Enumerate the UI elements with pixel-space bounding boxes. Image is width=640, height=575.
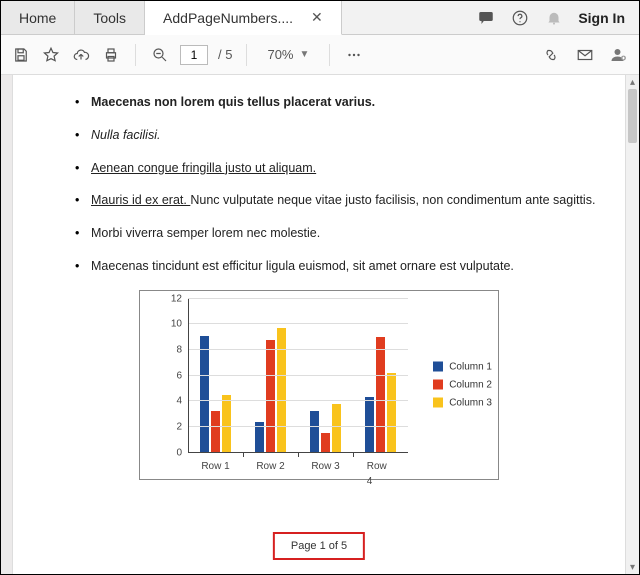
bar — [376, 337, 386, 453]
bullet-list: Maecenas non lorem quis tellus placerat … — [41, 93, 597, 276]
legend-swatch — [433, 398, 443, 408]
scroll-down-icon[interactable]: ▾ — [626, 560, 639, 574]
text: Nunc vulputate neque vitae justo facilis… — [190, 193, 595, 207]
x-tick-label: Row 2 — [256, 459, 284, 474]
bar — [200, 336, 210, 453]
bar — [266, 340, 276, 453]
text: Morbi viverra semper lorem nec molestie. — [91, 226, 320, 240]
zoom-dropdown[interactable]: 70% ▼ — [261, 47, 315, 62]
legend-label: Column 1 — [449, 359, 492, 374]
page-footer-highlight: Page 1 of 5 — [273, 532, 365, 561]
bar — [211, 411, 221, 452]
print-icon[interactable] — [101, 45, 121, 65]
chevron-down-icon: ▼ — [300, 49, 310, 60]
mail-icon[interactable] — [575, 45, 595, 65]
list-item: Mauris id ex erat. Nunc vulputate neque … — [75, 191, 597, 210]
y-tick-label: 0 — [176, 445, 182, 460]
tab-strip: Home Tools AddPageNumbers.... ✕ — [1, 1, 342, 34]
text: Nulla facilisi. — [91, 128, 160, 142]
y-tick-label: 10 — [171, 317, 182, 332]
toolbar: / 5 70% ▼ — [1, 35, 639, 75]
y-tick-label: 6 — [176, 368, 182, 383]
document-page: Maecenas non lorem quis tellus placerat … — [13, 75, 625, 574]
bar — [332, 404, 342, 453]
add-person-icon[interactable] — [609, 45, 629, 65]
tab-document[interactable]: AddPageNumbers.... ✕ — [145, 1, 342, 35]
scroll-up-icon[interactable]: ▴ — [626, 75, 639, 89]
list-item: Morbi viverra semper lorem nec molestie. — [75, 224, 597, 243]
help-icon[interactable] — [510, 8, 530, 28]
close-tab-icon[interactable]: ✕ — [311, 9, 323, 26]
y-tick-label: 8 — [176, 342, 182, 357]
list-item: Nulla facilisi. — [75, 126, 597, 145]
y-tick-label: 12 — [171, 291, 182, 306]
list-item: Aenean congue fringilla justo ut aliquam… — [75, 159, 597, 178]
page-number-input[interactable] — [180, 45, 208, 65]
bar — [387, 373, 397, 453]
legend-swatch — [433, 380, 443, 390]
tab-tools[interactable]: Tools — [75, 1, 145, 34]
comment-icon[interactable] — [476, 8, 496, 28]
x-tick-label: Row 3 — [311, 459, 339, 474]
plot-area — [188, 299, 408, 453]
title-bar: Home Tools AddPageNumbers.... ✕ Sign In — [1, 1, 639, 35]
y-tick-label: 4 — [176, 394, 182, 409]
save-icon[interactable] — [11, 45, 31, 65]
vertical-scrollbar[interactable]: ▴ ▾ — [625, 75, 639, 574]
y-tick-label: 2 — [176, 419, 182, 434]
text: Maecenas non lorem quis tellus placerat … — [91, 95, 375, 109]
bell-icon[interactable] — [544, 8, 564, 28]
x-axis: Row 1Row 2Row 3Row 4 — [188, 453, 408, 479]
legend-swatch — [433, 362, 443, 372]
text: Mauris id ex erat. — [91, 193, 190, 207]
legend-item: Column 2 — [433, 377, 492, 392]
text: Maecenas tincidunt est efficitur ligula … — [91, 259, 514, 273]
legend: Column 1 Column 2 Column 3 — [433, 356, 492, 413]
document-viewport: Maecenas non lorem quis tellus placerat … — [1, 75, 639, 574]
tab-document-label: AddPageNumbers.... — [163, 10, 293, 26]
x-tick-label: Row 1 — [201, 459, 229, 474]
legend-label: Column 2 — [449, 377, 492, 392]
x-tick-label: Row 4 — [367, 459, 395, 489]
star-icon[interactable] — [41, 45, 61, 65]
cloud-upload-icon[interactable] — [71, 45, 91, 65]
sign-in-button[interactable]: Sign In — [578, 10, 625, 26]
y-axis: 024681012 — [140, 299, 188, 453]
link-icon[interactable] — [541, 45, 561, 65]
legend-label: Column 3 — [449, 395, 492, 410]
tab-home[interactable]: Home — [1, 1, 75, 34]
left-rail[interactable] — [1, 75, 13, 574]
scroll-thumb[interactable] — [628, 89, 637, 143]
bar — [321, 433, 331, 452]
zoom-out-icon[interactable] — [150, 45, 170, 65]
legend-item: Column 1 — [433, 359, 492, 374]
legend-item: Column 3 — [433, 395, 492, 410]
bar — [277, 328, 287, 452]
page-total-label: / 5 — [218, 47, 232, 62]
list-item: Maecenas non lorem quis tellus placerat … — [75, 93, 597, 112]
zoom-value: 70% — [267, 47, 293, 62]
more-icon[interactable] — [344, 45, 364, 65]
bar — [222, 395, 232, 453]
text: Aenean congue fringilla justo ut aliquam… — [91, 161, 316, 175]
bar — [310, 411, 320, 452]
list-item: Maecenas tincidunt est efficitur ligula … — [75, 257, 597, 276]
bar-chart: 024681012 Row 1Row 2Row 3Row 4 Column 1C… — [139, 290, 499, 480]
